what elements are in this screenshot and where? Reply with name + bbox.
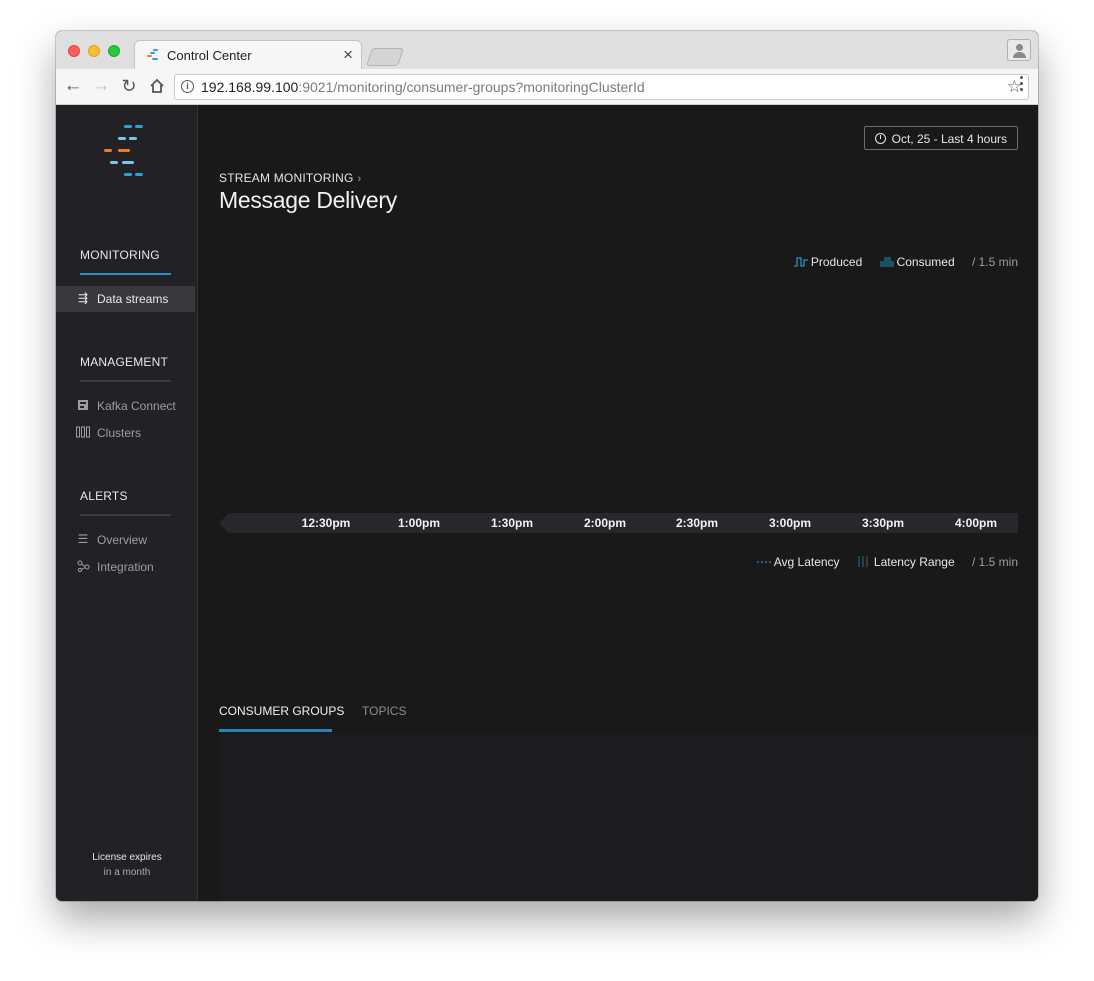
section-divider (80, 514, 171, 516)
app: MONITORING ⇶ Data streams MANAGEMENT Kaf… (56, 105, 1038, 901)
delivery-interval: / 1.5 min (971, 255, 1018, 269)
latency-legend: Avg Latency Latency Range / 1.5 min (743, 555, 1018, 569)
section-title-alerts: ALERTS (80, 489, 128, 503)
axis-tick: 2:00pm (583, 516, 627, 530)
axis-scroll-left-icon[interactable] (219, 513, 229, 533)
legend-consumed-label: Consumed (896, 255, 955, 269)
reload-icon[interactable]: ↻ (118, 75, 140, 97)
list-icon: ☰ (77, 532, 89, 546)
section-divider (80, 380, 171, 382)
axis-tick: 12:30pm (301, 516, 351, 530)
latency-chart (219, 580, 1018, 690)
axis-tick: 3:00pm (768, 516, 812, 530)
breadcrumb[interactable]: STREAM MONITORING › (219, 171, 361, 185)
produced-icon (793, 256, 808, 267)
latency-range-icon (857, 556, 871, 567)
sidebar-item-data-streams[interactable]: ⇶ Data streams (56, 286, 195, 312)
browser-window: Control Center × ← → ↻ i 192.168.99.100:… (56, 31, 1038, 901)
browser-tab[interactable]: Control Center × (134, 40, 362, 70)
sidebar-item-kafka-connect[interactable]: Kafka Connect (56, 393, 195, 419)
section-title-management: MANAGEMENT (80, 355, 169, 369)
tab-topics[interactable]: TOPICS (362, 704, 406, 718)
browser-tabstrip: Control Center × (56, 31, 1038, 70)
sidebar: MONITORING ⇶ Data streams MANAGEMENT Kaf… (56, 105, 198, 901)
sidebar-item-label: Data streams (97, 292, 169, 306)
time-range-picker[interactable]: Oct, 25 - Last 4 hours (863, 126, 1018, 150)
active-tab-indicator (219, 729, 332, 732)
breadcrumb-label: STREAM MONITORING (219, 171, 354, 185)
info-icon[interactable]: i (181, 80, 194, 93)
integration-icon (76, 560, 90, 573)
legend-avg-latency[interactable]: Avg Latency (756, 555, 840, 569)
address-bar[interactable]: i 192.168.99.100:9021/monitoring/consume… (174, 74, 1029, 100)
sidebar-item-overview[interactable]: ☰ Overview (56, 527, 195, 553)
axis-tick: 3:30pm (861, 516, 905, 530)
legend-latency-range[interactable]: Latency Range (857, 555, 955, 569)
forward-arrow-icon[interactable]: → (90, 75, 112, 97)
url-host: 192.168.99.100 (201, 79, 299, 95)
url-path: :9021/monitoring/consumer-groups?monitor… (298, 79, 645, 95)
legend-avg-latency-label: Avg Latency (773, 555, 840, 569)
back-arrow-icon[interactable]: ← (62, 75, 84, 97)
time-axis[interactable]: 12:30pm 1:00pm 1:30pm 2:00pm 2:30pm 3:00… (219, 513, 1018, 533)
zoom-window-button[interactable] (108, 45, 120, 57)
minimize-window-button[interactable] (88, 45, 100, 57)
section-title-monitoring: MONITORING (80, 248, 160, 262)
axis-tick: 2:30pm (675, 516, 719, 530)
section-divider (80, 273, 171, 275)
tab-panel (219, 734, 1038, 901)
favicon-icon (147, 49, 161, 61)
sidebar-item-label: Clusters (97, 426, 142, 440)
axis-tick: 1:30pm (490, 516, 534, 530)
clock-icon (874, 133, 886, 144)
time-range-label: Oct, 25 - Last 4 hours (891, 132, 1007, 146)
tab-title: Control Center (167, 48, 252, 63)
sidebar-item-label: Overview (97, 533, 148, 547)
delivery-legend: Produced Consumed / 1.5 min (780, 255, 1018, 269)
page-title: Message Delivery (219, 187, 397, 213)
confluent-logo[interactable] (104, 125, 154, 181)
license-expiry: in a month (103, 867, 151, 878)
close-window-button[interactable] (68, 45, 80, 57)
license-status: License expires (92, 852, 162, 863)
close-tab-icon[interactable]: × (343, 45, 353, 65)
message-delivery-chart (219, 280, 1018, 508)
avg-latency-icon (756, 556, 771, 566)
sidebar-item-label: Integration (97, 560, 154, 574)
legend-latency-range-label: Latency Range (873, 555, 955, 569)
legend-produced-label: Produced (810, 255, 863, 269)
url-text[interactable]: 192.168.99.100:9021/monitoring/consumer-… (201, 79, 645, 95)
main-content: Oct, 25 - Last 4 hours STREAM MONITORING… (198, 105, 1038, 901)
tab-consumer-groups[interactable]: CONSUMER GROUPS (219, 704, 344, 718)
sidebar-item-integration[interactable]: Integration (56, 554, 195, 580)
axis-tick: 4:00pm (954, 516, 998, 530)
chevron-right-icon: › (357, 173, 362, 185)
legend-produced[interactable]: Produced (793, 255, 863, 269)
data-streams-icon: ⇶ (77, 291, 89, 305)
home-icon[interactable] (146, 75, 168, 97)
latency-interval: / 1.5 min (971, 555, 1018, 569)
sidebar-item-clusters[interactable]: Clusters (56, 420, 195, 446)
legend-consumed[interactable]: Consumed (879, 255, 955, 269)
browser-toolbar: ← → ↻ i 192.168.99.100:9021/monitoring/c… (56, 69, 1038, 105)
axis-tick: 1:00pm (397, 516, 441, 530)
consumed-icon (879, 256, 894, 267)
new-tab-button[interactable] (366, 48, 404, 66)
sidebar-item-label: Kafka Connect (97, 399, 176, 413)
profile-icon[interactable] (1007, 39, 1031, 61)
clusters-icon (76, 426, 90, 438)
kafka-connect-icon (76, 399, 90, 411)
browser-menu-icon[interactable] (1020, 76, 1024, 94)
